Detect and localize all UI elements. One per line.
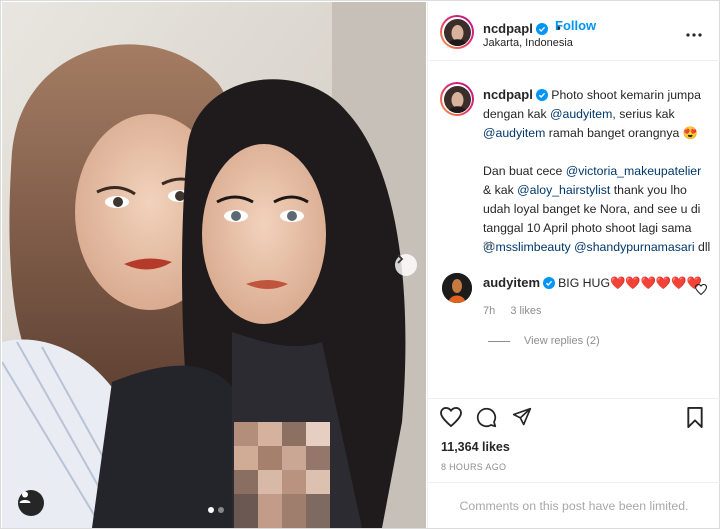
author-avatar[interactable] bbox=[440, 15, 474, 49]
mention-link[interactable]: @audyitem bbox=[550, 107, 612, 121]
post-timestamp[interactable]: 8 HOURS AGO bbox=[441, 462, 506, 472]
post-location[interactable]: Jakarta, Indonesia bbox=[483, 37, 573, 49]
paper-plane-icon bbox=[512, 407, 532, 426]
share-button[interactable] bbox=[512, 407, 532, 431]
mention-link[interactable]: @shandypurnamasari bbox=[574, 240, 694, 254]
tagged-users-button[interactable] bbox=[18, 490, 44, 516]
comment-text: BIG HUG❤️❤️❤️❤️❤️❤️ bbox=[558, 276, 702, 290]
author-username[interactable]: ncdpapl bbox=[483, 21, 533, 36]
more-options-button[interactable] bbox=[686, 22, 702, 41]
like-count[interactable]: 11,364 likes bbox=[441, 440, 510, 454]
like-comment-button[interactable] bbox=[694, 280, 708, 299]
comment-button[interactable] bbox=[476, 407, 497, 432]
post-side-panel: ncdpapl • Follow Jakarta, Indonesia ncdp… bbox=[427, 2, 720, 528]
caption-text: Dan buat cece bbox=[483, 164, 566, 178]
verified-badge-icon bbox=[535, 23, 548, 35]
caption-timestamp[interactable]: 8h bbox=[483, 240, 495, 252]
comment-meta: 7h 3 likes bbox=[483, 305, 554, 317]
comments-limited-notice: Comments on this post have been limited. bbox=[428, 482, 720, 528]
caption-text: ramah banget orangnya bbox=[545, 126, 683, 140]
replies-divider bbox=[488, 340, 510, 342]
carousel-next-button[interactable] bbox=[395, 254, 417, 276]
comment-timestamp[interactable]: 7h bbox=[483, 305, 495, 317]
comment-username[interactable]: audyitem bbox=[483, 275, 540, 290]
caption-author-avatar[interactable] bbox=[440, 82, 474, 116]
post-caption: ncdpapl Photo shoot kemarin jumpa dengan… bbox=[483, 85, 711, 257]
save-button[interactable] bbox=[686, 407, 704, 432]
pixelated-censor bbox=[234, 422, 330, 528]
carousel-indicator bbox=[208, 507, 224, 513]
comments-section[interactable]: ncdpapl Photo shoot kemarin jumpa dengan… bbox=[428, 62, 720, 398]
mention-link[interactable]: @msslimbeauty bbox=[483, 240, 571, 254]
caption-text: dll bbox=[694, 240, 711, 254]
mention-link[interactable]: @aloy_hairstylist bbox=[517, 183, 610, 197]
verified-badge-icon bbox=[543, 277, 556, 289]
heart-icon bbox=[694, 283, 708, 296]
verified-badge-icon bbox=[535, 89, 548, 101]
instagram-post: ncdpapl • Follow Jakarta, Indonesia ncdp… bbox=[0, 0, 720, 529]
chevron-right-icon bbox=[397, 254, 404, 264]
like-button[interactable] bbox=[440, 406, 462, 431]
post-header: ncdpapl • Follow Jakarta, Indonesia bbox=[428, 2, 720, 61]
follow-button[interactable]: Follow bbox=[555, 18, 596, 33]
user-icon bbox=[19, 491, 31, 503]
photo-illustration bbox=[2, 2, 426, 528]
comment-row: audyitem BIG HUG❤️❤️❤️❤️❤️❤️ bbox=[483, 275, 702, 291]
avatar bbox=[443, 85, 471, 113]
author-name-row: ncdpapl • bbox=[483, 18, 564, 37]
avatar bbox=[442, 273, 472, 303]
heart-icon bbox=[440, 406, 462, 428]
view-replies-button[interactable]: View replies (2) bbox=[488, 335, 600, 347]
mention-link[interactable]: @victoria_makeupatelier bbox=[566, 164, 702, 178]
more-horizontal-icon bbox=[686, 33, 702, 37]
view-replies-label: View replies (2) bbox=[524, 335, 600, 347]
caption-username[interactable]: ncdpapl bbox=[483, 87, 533, 102]
comment-author-avatar[interactable] bbox=[442, 273, 472, 303]
heart-eyes-emoji: 😍 bbox=[682, 126, 699, 140]
carousel-dot bbox=[218, 507, 224, 513]
comment-bubble-icon bbox=[476, 407, 497, 428]
avatar bbox=[443, 18, 471, 46]
mention-link[interactable]: @audyitem bbox=[483, 126, 545, 140]
bookmark-icon bbox=[687, 407, 703, 428]
caption-text: , serius kak bbox=[612, 107, 675, 121]
post-actions bbox=[428, 398, 720, 438]
comments-limited-text: Comments on this post have been limited. bbox=[459, 498, 689, 513]
caption-text: & kak bbox=[483, 183, 518, 197]
comment-like-count[interactable]: 3 likes bbox=[510, 305, 541, 317]
carousel-dot-active bbox=[208, 507, 214, 513]
post-photo[interactable] bbox=[2, 2, 426, 528]
